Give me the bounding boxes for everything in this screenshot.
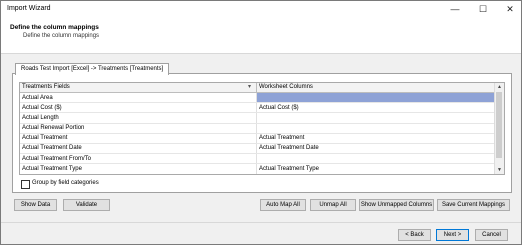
tab-mapping[interactable]: Roads Test Import [Excel] -> Treatments … — [15, 63, 170, 75]
field-cell: Actual Length — [22, 114, 59, 121]
worksheet-cell[interactable] — [257, 154, 496, 163]
maximize-icon[interactable]: ☐ — [470, 1, 496, 17]
scroll-down-icon[interactable]: ▼ — [495, 166, 504, 174]
column-header-fields[interactable]: Treatments Fields — [22, 84, 254, 90]
grid-rows: Actual Area Actual Cost ($) Actual Cost … — [20, 93, 496, 174]
show-data-button[interactable]: Show Data — [14, 199, 57, 211]
save-current-mappings-button[interactable]: Save Current Mappings — [437, 199, 510, 211]
column-header-worksheet[interactable]: Worksheet Columns — [259, 84, 313, 90]
page-subtitle: Define the column mappings — [23, 33, 100, 39]
page-title: Define the column mappings — [10, 24, 99, 31]
worksheet-cell[interactable]: Actual Treatment Date — [257, 144, 496, 153]
cancel-button[interactable]: Cancel — [475, 229, 508, 241]
back-button[interactable]: < Back — [398, 229, 431, 241]
group-by-checkbox[interactable] — [21, 180, 30, 189]
grid-header: Treatments Fields ▾ Worksheet Columns — [20, 83, 496, 93]
close-icon[interactable]: ✕ — [497, 1, 522, 17]
scroll-thumb[interactable] — [496, 92, 502, 158]
validate-button[interactable]: Validate — [63, 199, 110, 211]
field-cell: Actual Treatment Type — [22, 165, 82, 172]
import-wizard-window: Import Wizard — ☐ ✕ Define the column ma… — [0, 0, 522, 245]
scroll-up-icon[interactable]: ▲ — [495, 83, 504, 91]
table-row[interactable]: Actual Renewal Portion — [20, 123, 496, 134]
worksheet-cell[interactable]: Actual Treatment — [257, 134, 496, 143]
mapping-panel: Treatments Fields ▾ Worksheet Columns Ac… — [12, 73, 512, 193]
vertical-scrollbar[interactable]: ▲ ▼ — [494, 83, 504, 174]
table-row[interactable]: Actual Cost ($) Actual Cost ($) — [20, 103, 496, 114]
worksheet-cell[interactable]: Actual Cost ($) — [257, 103, 496, 112]
mapping-grid: Treatments Fields ▾ Worksheet Columns Ac… — [19, 82, 505, 175]
worksheet-cell[interactable] — [257, 113, 496, 122]
field-cell: Actual Area — [22, 94, 53, 101]
table-row[interactable]: Actual Treatment Type Actual Treatment T… — [20, 164, 496, 174]
unmap-all-button[interactable]: Unmap All — [310, 199, 356, 211]
auto-map-all-button[interactable]: Auto Map All — [260, 199, 306, 211]
field-cell: Actual Renewal Portion — [22, 125, 85, 132]
table-row[interactable]: Actual Treatment Actual Treatment — [20, 133, 496, 144]
worksheet-cell[interactable] — [257, 93, 496, 103]
field-cell: Actual Treatment From/To — [22, 155, 92, 162]
sort-icon[interactable]: ▾ — [248, 83, 251, 90]
window-title: Import Wizard — [7, 5, 51, 12]
field-cell: Actual Cost ($) — [22, 104, 62, 111]
title-bar[interactable]: Import Wizard — ☐ ✕ — [1, 1, 521, 17]
worksheet-cell[interactable] — [257, 124, 496, 133]
worksheet-cell[interactable]: Actual Treatment Type — [257, 164, 496, 173]
table-row[interactable]: Actual Treatment Date Actual Treatment D… — [20, 143, 496, 155]
next-button[interactable]: Next > — [436, 229, 469, 241]
field-cell: Actual Treatment — [22, 135, 68, 142]
minimize-icon[interactable]: — — [442, 1, 468, 17]
table-row[interactable]: Actual Area — [20, 93, 496, 104]
show-unmapped-columns-button[interactable]: Show Unmapped Columns — [359, 199, 434, 211]
group-by-label: Group by field categories — [32, 180, 99, 186]
table-row[interactable]: Actual Length — [20, 113, 496, 124]
wizard-header: Define the column mappings Define the co… — [1, 17, 521, 54]
table-row[interactable]: Actual Treatment From/To — [20, 154, 496, 165]
field-cell: Actual Treatment Date — [22, 145, 82, 152]
footer-divider — [1, 222, 521, 223]
